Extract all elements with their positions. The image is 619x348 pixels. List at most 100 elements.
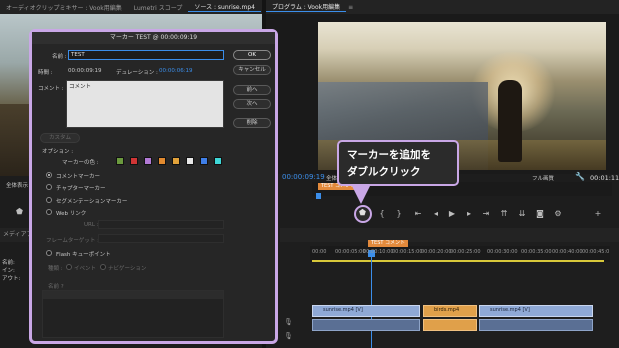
tab-source[interactable]: ソース : sunrise.mp4 xyxy=(188,2,261,12)
radio-web-link[interactable] xyxy=(46,209,52,215)
go-to-in-icon[interactable]: ⇤ xyxy=(412,209,424,219)
wrench-icon[interactable]: 🔧 xyxy=(575,172,585,181)
timeline-playhead-line[interactable] xyxy=(371,250,372,348)
audio-clip[interactable] xyxy=(479,319,593,331)
side-name-label: 名前: xyxy=(2,260,15,266)
tick-label: 00:00:25:00 xyxy=(450,249,481,255)
duration-value[interactable]: 00:00:06:19 xyxy=(159,68,193,74)
program-quality-label[interactable]: フル画質 xyxy=(532,174,554,182)
callout-line-1: マーカーを追加を xyxy=(347,149,431,161)
side-out-label: アウト: xyxy=(2,276,21,282)
add-icon[interactable]: + xyxy=(592,209,604,219)
source-timecode: 00:00:09:19 xyxy=(282,173,325,181)
comment-textarea[interactable]: コメント xyxy=(66,80,224,128)
frame-target-field xyxy=(98,234,224,243)
time-label: 時間 : xyxy=(38,70,53,76)
color-swatch-white[interactable] xyxy=(186,157,194,165)
tick-label: 00:00:30:00 xyxy=(487,249,518,255)
color-swatch-blue[interactable] xyxy=(200,157,208,165)
radio-flash-cue-point[interactable] xyxy=(46,250,52,256)
time-value[interactable]: 00:00:09:19 xyxy=(68,68,102,74)
go-to-out-icon[interactable]: ⇥ xyxy=(480,209,492,219)
source-panel-header: オーディオクリップミキサー : Vook用編集 Lumetri スコープ ソース… xyxy=(0,0,268,14)
type-label: 種類 : xyxy=(48,266,63,272)
mic-icon[interactable]: 🎙 xyxy=(284,332,293,340)
color-swatch-orange[interactable] xyxy=(158,157,166,165)
tick-label: 00:00:45:0 xyxy=(582,249,610,255)
timeline-clip[interactable]: birds.mp4 xyxy=(423,305,477,317)
audio-clip[interactable] xyxy=(312,319,420,331)
radio-event xyxy=(66,264,72,270)
woman-silhouette xyxy=(498,80,522,162)
radio-segmentation-marker-label: セグメンテーションマーカー xyxy=(56,199,128,205)
radio-comment-marker[interactable] xyxy=(46,172,52,178)
tick-label: 00:00 xyxy=(312,249,327,255)
color-swatch-violet[interactable] xyxy=(144,157,152,165)
name-field[interactable]: TEST xyxy=(68,50,224,60)
radio-chapter-marker[interactable] xyxy=(46,184,52,190)
play-icon[interactable]: ▶ xyxy=(446,209,458,219)
ok-button[interactable]: OK xyxy=(233,50,271,60)
frame-target-label: フレームターゲット : xyxy=(46,238,99,244)
tick-label: 00:00:40:00 xyxy=(552,249,583,255)
comment-text: コメント xyxy=(69,84,92,90)
next-button[interactable]: 次へ xyxy=(233,99,271,109)
tab-audio-clip-mixer[interactable]: オーディオクリップミキサー : Vook用編集 xyxy=(0,3,128,12)
source-fit-label[interactable]: 全体表示 xyxy=(6,181,28,189)
mark-in-icon[interactable]: { xyxy=(376,209,388,219)
step-back-icon[interactable]: ◂ xyxy=(430,209,442,219)
mark-out-icon[interactable]: } xyxy=(393,209,405,219)
name-field-value: TEST xyxy=(71,52,85,58)
side-in-label: イン: xyxy=(2,268,15,274)
program-menu-icon[interactable]: ≡ xyxy=(348,4,353,11)
step-forward-icon[interactable]: ▸ xyxy=(463,209,475,219)
prev-button[interactable]: 前へ xyxy=(233,85,271,95)
name-label: 名前 : xyxy=(52,54,67,60)
timeline-marker-label[interactable]: TEST コメント xyxy=(368,240,409,247)
color-swatch-red[interactable] xyxy=(130,157,138,165)
program-playhead[interactable] xyxy=(316,193,321,199)
color-swatch-cyan[interactable] xyxy=(214,157,222,165)
tab-program[interactable]: プログラム : Vook用編集 xyxy=(266,2,347,12)
comment-label: コメント : xyxy=(38,86,64,92)
marker-color-label: マーカーの色 : xyxy=(62,160,99,166)
radio-flash-label: Flash キューポイント xyxy=(56,252,111,258)
timeline-clip[interactable]: sunrise.mp4 [V] xyxy=(312,305,420,317)
tick-label: 00:00:20:00 xyxy=(421,249,452,255)
url-field xyxy=(98,220,224,229)
dialog-title: マーカー TEST @ 00:00:09:19 xyxy=(32,32,275,44)
lift-icon[interactable]: ⇈ xyxy=(498,209,510,219)
program-panel-header: プログラム : Vook用編集 ≡ xyxy=(266,0,619,14)
tick-label: 00:00:15:00 xyxy=(392,249,423,255)
radio-web-link-label: Web リンク xyxy=(56,211,87,217)
timeline-clip[interactable]: sunrise.mp4 [V] xyxy=(479,305,593,317)
radio-navigation xyxy=(100,264,106,270)
audio-clip[interactable] xyxy=(423,319,477,331)
cue-point-table-header xyxy=(43,291,223,299)
add-marker-button[interactable]: ⬟ xyxy=(354,205,372,223)
settings-icon[interactable]: ⚙ xyxy=(552,209,564,219)
delete-button[interactable]: 削除 xyxy=(233,118,271,128)
timeline-in-out-bar[interactable] xyxy=(312,260,604,262)
timeline-header xyxy=(280,228,619,242)
extract-icon[interactable]: ⇊ xyxy=(516,209,528,219)
marker-dialog: マーカー TEST @ 00:00:09:19 名前 : TEST OK 時間 … xyxy=(29,29,278,344)
tab-lumetri-scopes[interactable]: Lumetri スコープ xyxy=(128,3,189,12)
instruction-callout: マーカーを追加を ダブルクリック xyxy=(337,140,459,186)
name-column-label: 名前 ? xyxy=(48,284,64,290)
radio-navigation-label: ナビゲーション xyxy=(108,266,147,272)
radio-segmentation-marker[interactable] xyxy=(46,197,52,203)
tick-label: 00:00:10:00 xyxy=(363,249,394,255)
cancel-button[interactable]: キャンセル xyxy=(233,65,271,75)
mic-icon[interactable]: 🎙 xyxy=(284,318,293,326)
color-swatch-yellow[interactable] xyxy=(172,157,180,165)
callout-line-2: ダブルクリック xyxy=(347,166,421,178)
callout-pointer xyxy=(352,186,370,204)
radio-comment-marker-label: コメントマーカー xyxy=(56,174,101,180)
cue-point-table xyxy=(42,290,224,338)
url-label: URL : xyxy=(84,222,99,228)
options-label: オプション : xyxy=(42,149,74,155)
color-swatch-green[interactable] xyxy=(116,157,124,165)
source-marker-icon[interactable]: ⬟ xyxy=(16,207,23,216)
camera-icon[interactable]: ◙ xyxy=(534,209,546,219)
